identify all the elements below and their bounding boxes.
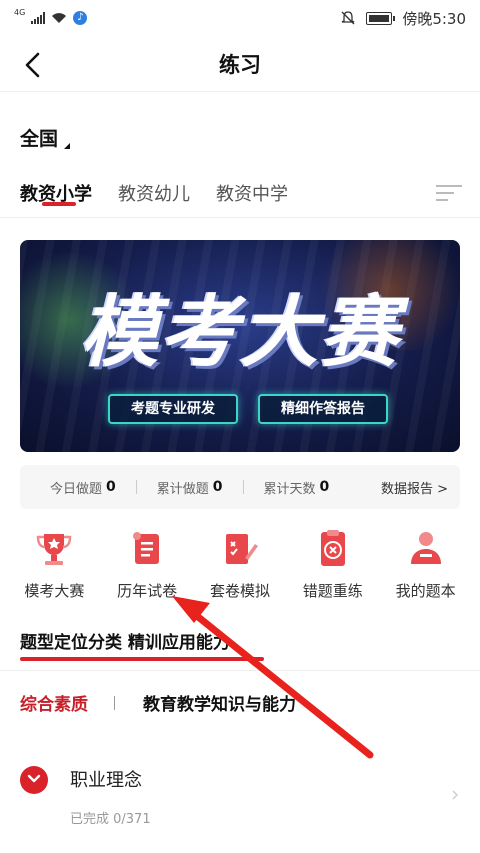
quick-action-label: 我的题本 [395,582,456,600]
chevron-right-icon [452,790,458,800]
stat-today-label: 今日做题 [50,481,103,497]
status-bar: 4G ♪ 傍晚5:30 [0,0,480,36]
stat-total-label: 累计做题 [156,481,209,497]
stat-days-label: 累计天数 [263,481,316,497]
expand-toggle-icon[interactable] [20,766,48,794]
stat-total-value: 0 [212,479,223,495]
app-notification-icon: ♪ [73,11,88,25]
data-report-link[interactable]: 数据报告 > [381,478,448,497]
back-icon[interactable] [18,50,48,80]
user-book-icon [410,532,441,564]
quick-action-retry-wrong[interactable]: 错题重练 [290,528,376,601]
quick-action-past-papers[interactable]: 历年试卷 [104,528,190,601]
subject-tab-education[interactable]: 教育教学知识与能力 [143,690,296,715]
tab-preschool[interactable]: 教资幼儿 [118,172,190,216]
caret-icon [64,143,71,149]
region-selector[interactable]: 全国 [20,124,71,151]
wrong-answer-icon [320,530,345,566]
stat-days: 累计天数 0 [244,478,330,497]
quick-action-label: 套卷模拟 [209,582,270,600]
stats-bar: 今日做题 0 累计做题 0 累计天数 0 数据报告 > [20,465,460,509]
signal-icon [31,12,46,24]
mute-bell-icon [341,11,355,25]
tab-primary[interactable]: 教资小学 [20,172,92,216]
stat-total: 累计做题 0 [137,478,223,497]
header: 练习 [0,36,480,92]
stat-today-value: 0 [106,479,116,495]
quick-action-label: 模考大赛 [24,582,85,600]
region-label: 全国 [20,128,59,150]
banner-pill-1: 考题专业研发 [108,394,238,424]
exam-paper-icon [225,534,258,564]
page-title: 练习 [219,52,261,77]
banner-title: 模考大赛 [79,288,400,378]
tab-middle[interactable]: 教资中学 [216,172,288,216]
stat-today: 今日做题 0 [20,478,116,497]
wifi-icon [52,13,67,23]
topic-progress: 已完成 0/371 [70,812,151,827]
menu-icon[interactable] [436,180,462,206]
quick-action-label: 错题重练 [302,582,363,600]
divider [114,695,115,710]
trophy-icon [37,534,72,565]
subject-tab-comprehensive[interactable]: 综合素质 [20,690,88,715]
battery-icon [366,11,396,25]
section-underline [20,657,264,661]
section-heading: 题型定位分类 精训应用能力 [20,633,230,653]
quick-actions: 模考大赛 历年试卷 套卷模拟 错题重练 我的题本 [0,528,480,601]
topic-title: 职业理念 [70,770,142,791]
scroll-icon [133,532,160,564]
stat-days-value: 0 [319,479,330,495]
subject-tabs: 综合素质 教育教学知识与能力 [20,690,296,715]
network-type: 4G [14,7,26,17]
quick-action-label: 历年试卷 [117,582,178,600]
promo-banner[interactable]: 模考大赛 考题专业研发 精细作答报告 [20,240,460,452]
quick-action-my-book[interactable]: 我的题本 [383,528,469,601]
topic-item[interactable]: 职业理念 已完成 0/371 [20,760,460,840]
divider [0,670,480,671]
banner-pill-2: 精细作答报告 [258,394,388,424]
quick-action-mock-contest[interactable]: 模考大赛 [11,528,97,601]
clock: 傍晚5:30 [402,9,466,28]
exam-tabs: 教资小学 教资幼儿 教资中学 [0,172,480,218]
quick-action-mock-paper[interactable]: 套卷模拟 [197,528,283,601]
